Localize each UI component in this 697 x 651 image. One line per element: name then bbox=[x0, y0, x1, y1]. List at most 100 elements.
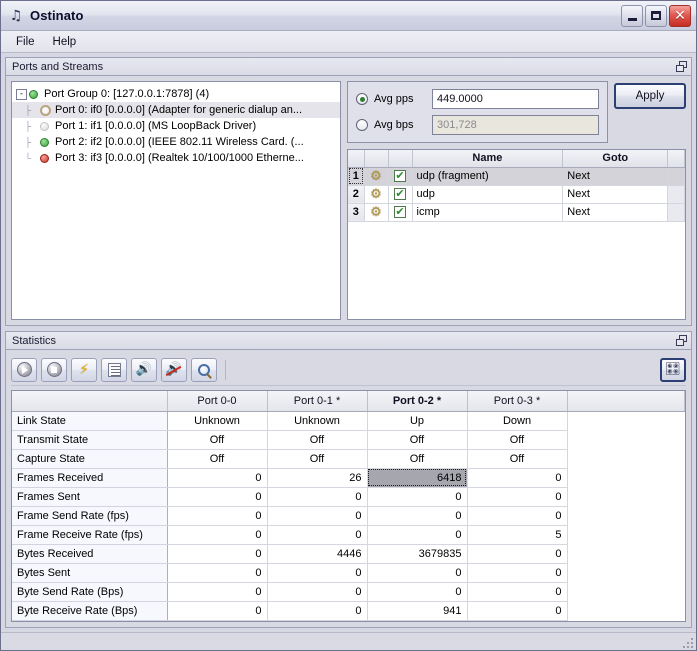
streams-table[interactable]: Name Goto 1 ⚙ ✔ udp (fragme bbox=[347, 149, 686, 320]
stats-cell-selected[interactable]: 6418 bbox=[367, 468, 467, 487]
streams-col-index[interactable] bbox=[348, 150, 364, 167]
avg-pps-row[interactable]: Avg pps bbox=[356, 89, 599, 109]
checkbox-checked-icon[interactable]: ✔ bbox=[394, 188, 406, 200]
stats-cell[interactable]: Up bbox=[367, 411, 467, 430]
stats-cell[interactable]: 0 bbox=[467, 506, 567, 525]
stats-cell[interactable]: Off bbox=[167, 449, 267, 468]
checkbox-checked-icon[interactable]: ✔ bbox=[394, 206, 406, 218]
stats-cell[interactable]: 0 bbox=[167, 468, 267, 487]
stats-cell[interactable]: 0 bbox=[267, 601, 367, 620]
table-row[interactable]: 2 ⚙ ✔ udp Next bbox=[348, 185, 685, 203]
collapse-expander-icon[interactable]: - bbox=[16, 89, 27, 100]
stats-cell[interactable]: 0 bbox=[167, 544, 267, 563]
stats-cell[interactable]: 0 bbox=[367, 487, 467, 506]
stream-name[interactable]: icmp bbox=[412, 203, 563, 221]
start-transmit-button[interactable] bbox=[11, 358, 37, 382]
stream-edit-cell[interactable]: ⚙ bbox=[364, 167, 388, 185]
stats-cell[interactable]: 3679835 bbox=[367, 544, 467, 563]
stream-edit-cell[interactable]: ⚙ bbox=[364, 185, 388, 203]
stats-col-port-0-3[interactable]: Port 0-3 * bbox=[467, 391, 567, 411]
stats-cell[interactable]: 0 bbox=[467, 601, 567, 620]
stats-cell[interactable]: 0 bbox=[367, 506, 467, 525]
stats-cell[interactable]: Off bbox=[467, 430, 567, 449]
ports-dock-float-icon[interactable] bbox=[676, 61, 687, 72]
maximize-button[interactable] bbox=[645, 5, 667, 27]
stats-cell[interactable]: 4446 bbox=[267, 544, 367, 563]
stats-cell[interactable]: 0 bbox=[367, 582, 467, 601]
tree-item-port-3[interactable]: └ Port 3: if3 [0.0.0.0] (Realtek 10/100/… bbox=[12, 150, 340, 166]
avg-pps-radio[interactable] bbox=[356, 93, 368, 105]
stats-cell[interactable]: 0 bbox=[367, 563, 467, 582]
stream-enable-cell[interactable]: ✔ bbox=[388, 167, 412, 185]
stats-col-port-0-0[interactable]: Port 0-0 bbox=[167, 391, 267, 411]
stats-cell[interactable]: 941 bbox=[367, 601, 467, 620]
stats-cell[interactable]: Unknown bbox=[167, 411, 267, 430]
menu-help[interactable]: Help bbox=[44, 33, 86, 51]
tree-item-port-group-0[interactable]: - Port Group 0: [127.0.0.1:7878] (4) bbox=[12, 86, 340, 102]
stats-cell[interactable]: 0 bbox=[267, 506, 367, 525]
stats-cell[interactable]: 0 bbox=[167, 563, 267, 582]
streams-col-name[interactable]: Name bbox=[412, 150, 563, 167]
port-stats-filter-button[interactable] bbox=[191, 358, 217, 382]
avg-bps-row[interactable]: Avg bps bbox=[356, 115, 599, 135]
stats-cell[interactable]: Off bbox=[267, 430, 367, 449]
streams-col-edit[interactable] bbox=[364, 150, 388, 167]
stream-enable-cell[interactable]: ✔ bbox=[388, 185, 412, 203]
tree-item-port-0[interactable]: ├ Port 0: if0 [0.0.0.0] (Adapter for gen… bbox=[12, 102, 340, 118]
stream-goto[interactable]: Next bbox=[563, 167, 668, 185]
stats-cell[interactable]: 0 bbox=[467, 582, 567, 601]
stats-cell[interactable]: Off bbox=[167, 430, 267, 449]
stream-enable-cell[interactable]: ✔ bbox=[388, 203, 412, 221]
stats-cell[interactable]: Down bbox=[467, 411, 567, 430]
streams-col-enable[interactable] bbox=[388, 150, 412, 167]
stream-edit-cell[interactable]: ⚙ bbox=[364, 203, 388, 221]
stats-cell[interactable]: 0 bbox=[267, 582, 367, 601]
stream-name[interactable]: udp bbox=[412, 185, 563, 203]
minimize-button[interactable] bbox=[621, 5, 643, 27]
stats-cell[interactable]: Unknown bbox=[267, 411, 367, 430]
menu-file[interactable]: File bbox=[7, 33, 44, 51]
table-row[interactable]: 1 ⚙ ✔ udp (fragment) Next bbox=[348, 167, 685, 185]
stats-cell[interactable]: Off bbox=[467, 449, 567, 468]
stats-cell[interactable]: 0 bbox=[167, 582, 267, 601]
stats-cell[interactable]: 0 bbox=[267, 487, 367, 506]
stats-cell[interactable]: 0 bbox=[467, 468, 567, 487]
apply-button[interactable]: Apply bbox=[614, 83, 686, 109]
stats-cell[interactable]: 0 bbox=[167, 601, 267, 620]
stats-cell[interactable]: 0 bbox=[467, 487, 567, 506]
resize-grip-icon[interactable] bbox=[681, 636, 693, 648]
stream-index[interactable]: 3 bbox=[348, 203, 364, 221]
avg-bps-radio[interactable] bbox=[356, 119, 368, 131]
checkbox-checked-icon[interactable]: ✔ bbox=[394, 170, 406, 182]
stats-cell[interactable]: 0 bbox=[267, 563, 367, 582]
stats-cell[interactable]: 0 bbox=[367, 525, 467, 544]
stop-transmit-button[interactable] bbox=[41, 358, 67, 382]
close-button[interactable]: ✕ bbox=[669, 5, 691, 27]
stats-cell[interactable]: 0 bbox=[467, 563, 567, 582]
table-row[interactable]: 3 ⚙ ✔ icmp Next bbox=[348, 203, 685, 221]
tree-item-port-2[interactable]: ├ Port 2: if2 [0.0.0.0] (IEEE 802.11 Wir… bbox=[12, 134, 340, 150]
stats-cell[interactable]: Off bbox=[367, 449, 467, 468]
stats-cell[interactable]: Off bbox=[367, 430, 467, 449]
clear-neighbors-button[interactable]: 🔊 bbox=[161, 358, 187, 382]
stream-goto[interactable]: Next bbox=[563, 203, 668, 221]
stats-cell[interactable]: 0 bbox=[467, 544, 567, 563]
stats-cell[interactable]: 0 bbox=[267, 525, 367, 544]
stream-goto[interactable]: Next bbox=[563, 185, 668, 203]
stream-index[interactable]: 1 bbox=[348, 167, 364, 185]
stats-cell[interactable]: 0 bbox=[167, 506, 267, 525]
stats-dock-float-icon[interactable] bbox=[676, 335, 687, 346]
port-group-tree[interactable]: - Port Group 0: [127.0.0.1:7878] (4) ├ P… bbox=[11, 81, 341, 320]
stats-cell[interactable]: 5 bbox=[467, 525, 567, 544]
resolve-neighbors-button[interactable]: 🔊 bbox=[131, 358, 157, 382]
streams-col-goto[interactable]: Goto bbox=[563, 150, 668, 167]
port-statistics-table[interactable]: Port 0-0 Port 0-1 * Port 0-2 * Port 0-3 … bbox=[11, 390, 686, 622]
stats-cell[interactable]: Off bbox=[267, 449, 367, 468]
stats-col-port-0-2[interactable]: Port 0-2 * bbox=[367, 391, 467, 411]
tree-item-port-1[interactable]: ├ Port 1: if1 [0.0.0.0] (MS LoopBack Dri… bbox=[12, 118, 340, 134]
avg-pps-input[interactable] bbox=[432, 89, 599, 109]
stats-settings-button[interactable]: 🎛 bbox=[660, 358, 686, 382]
stream-name[interactable]: udp (fragment) bbox=[412, 167, 563, 185]
view-capture-button[interactable] bbox=[101, 358, 127, 382]
stats-cell[interactable]: 26 bbox=[267, 468, 367, 487]
